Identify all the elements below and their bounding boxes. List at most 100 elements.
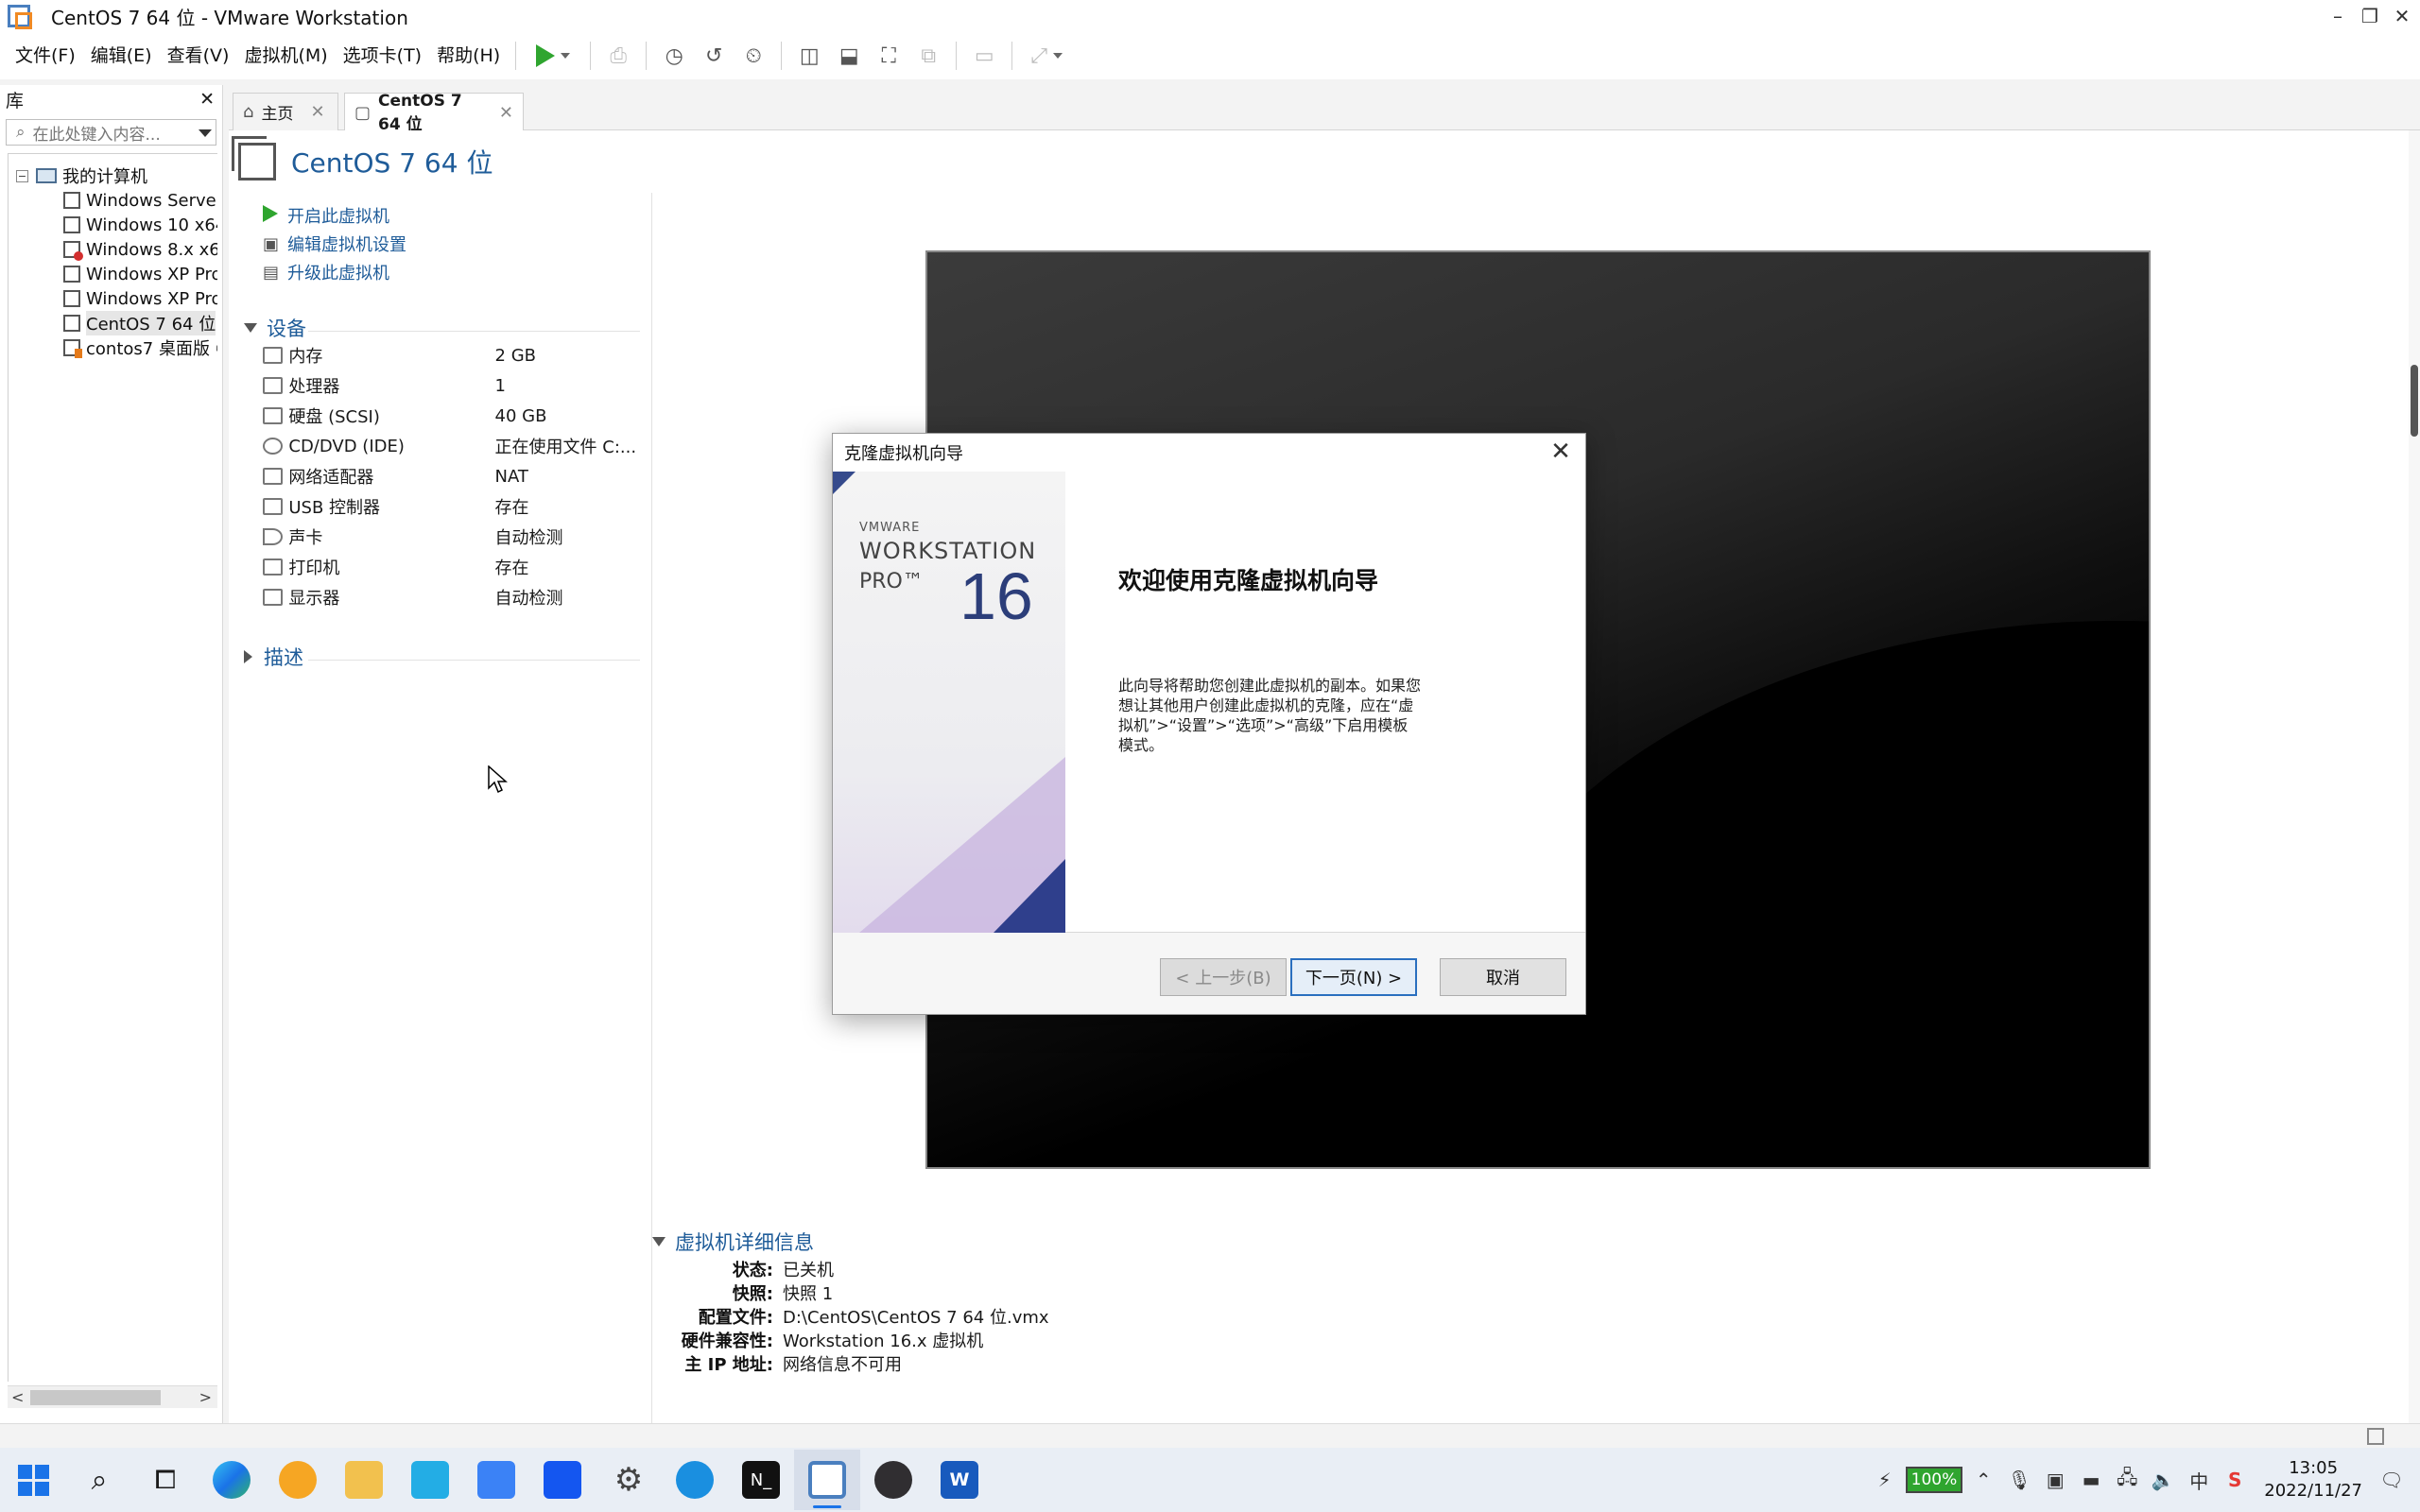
thumbnail-bar-button[interactable]: ⬓ <box>832 39 866 73</box>
taskbar-search-everything[interactable] <box>265 1450 331 1510</box>
menu-help[interactable]: 帮助(H) <box>429 32 508 79</box>
taskbar-bilibili[interactable] <box>397 1450 463 1510</box>
description-section-toggle[interactable]: 描述 <box>244 643 303 671</box>
divider <box>308 660 640 661</box>
unity-button[interactable]: ⧉ <box>911 39 945 73</box>
tree-item[interactable]: Windows XP Pro <box>63 262 217 286</box>
menu-tabs[interactable]: 选项卡(T) <box>336 32 429 79</box>
tree-root[interactable]: − 我的计算机 <box>16 163 147 188</box>
tab-home[interactable]: ⌂ 主页 ✕ <box>233 93 338 130</box>
input-method-icon[interactable]: 中 <box>2184 1465 2214 1495</box>
taskbar-clock[interactable]: 13:05 2022/11/27 <box>2264 1457 2362 1503</box>
device-row[interactable]: 内存 2 GB <box>263 340 641 370</box>
volume-icon[interactable]: 🔈 <box>2148 1465 2178 1495</box>
console-view-button[interactable]: ▭ <box>967 39 1001 73</box>
power-on-vm-link[interactable]: 开启此虚拟机 <box>263 202 389 229</box>
cancel-button[interactable]: 取消 <box>1440 958 1566 996</box>
device-row[interactable]: 声卡 自动检测 <box>263 522 641 552</box>
back-button[interactable]: < 上一步(B) <box>1160 958 1287 996</box>
power-on-button[interactable] <box>527 39 579 73</box>
menu-vm[interactable]: 虚拟机(M) <box>236 32 335 79</box>
sogou-icon[interactable]: S <box>2220 1465 2250 1495</box>
library-close-icon[interactable]: ✕ <box>199 89 215 110</box>
tab-close-icon[interactable]: ✕ <box>310 102 324 122</box>
tab-close-icon[interactable]: ✕ <box>499 103 513 123</box>
usb-drive-icon[interactable]: ▬ <box>2076 1465 2106 1495</box>
send-ctrl-alt-del-button[interactable]: ⎙ <box>601 39 635 73</box>
message-log-icon[interactable] <box>2367 1428 2384 1445</box>
dialog-close-button[interactable]: ✕ <box>1546 438 1576 468</box>
search-button[interactable]: ⌕ <box>66 1450 132 1510</box>
devices-section-toggle[interactable]: 设备 <box>244 314 306 342</box>
chevron-down-icon[interactable] <box>199 129 212 137</box>
microphone-icon[interactable]: 🎙 <box>2004 1465 2034 1495</box>
taskbar-edge[interactable] <box>199 1450 265 1510</box>
main-vertical-scrollbar[interactable] <box>2409 130 2420 1423</box>
scroll-left-icon[interactable]: < <box>11 1388 24 1406</box>
tree-item[interactable]: Windows 8.x x64 <box>63 237 217 262</box>
task-view-button[interactable]: ⧠ <box>132 1450 199 1510</box>
device-row[interactable]: 显示器 自动检测 <box>263 582 641 612</box>
device-row[interactable]: 网络适配器 NAT <box>263 461 641 491</box>
tab-label: 主页 <box>261 105 294 124</box>
tree-item[interactable]: Windows XP Pro <box>63 286 217 311</box>
battery-indicator[interactable]: 100% <box>1905 1465 1963 1495</box>
scroll-right-icon[interactable]: > <box>199 1388 212 1406</box>
tree-item-selected[interactable]: CentOS 7 64 位 <box>63 311 216 335</box>
taskbar-lark[interactable] <box>529 1450 596 1510</box>
full-screen-button[interactable]: ⛶ <box>872 39 906 73</box>
menu-view[interactable]: 查看(V) <box>160 32 237 79</box>
taskbar-ie[interactable] <box>662 1450 728 1510</box>
device-row[interactable]: 处理器 1 <box>263 370 641 401</box>
taskbar-word[interactable]: W <box>926 1450 993 1510</box>
start-button[interactable] <box>0 1450 66 1510</box>
product-version: 16 <box>959 559 1033 633</box>
snapshot-manager-button[interactable]: ⏲ <box>736 39 770 73</box>
detail-label: 配置文件: <box>698 1307 773 1328</box>
show-library-button[interactable]: ◫ <box>792 39 826 73</box>
tree-item[interactable]: Windows 10 x64 <box>63 213 217 237</box>
close-button[interactable]: ✕ <box>2386 0 2418 32</box>
vm-error-icon <box>63 241 83 261</box>
menu-file[interactable]: 文件(F) <box>8 32 83 79</box>
device-name: 打印机 <box>288 558 340 578</box>
edit-vm-settings-link[interactable]: ▣ 编辑虚拟机设置 <box>263 231 406 257</box>
banner-corner <box>833 472 856 494</box>
network-icon[interactable]: 🖧 <box>2112 1465 2142 1495</box>
taskbar-settings[interactable]: ⚙ <box>596 1450 662 1510</box>
power-plan-icon[interactable]: ⚡ <box>1870 1465 1900 1495</box>
vm-icon: ▢ <box>354 102 372 123</box>
tab-centos[interactable]: ▢ CentOS 7 64 位 ✕ <box>344 92 524 134</box>
taskbar-todo[interactable] <box>463 1450 529 1510</box>
taskbar-terminal[interactable]: N_ <box>728 1450 794 1510</box>
tree-item[interactable]: contos7 桌面版 ⑤ <box>63 335 217 360</box>
upgrade-vm-link[interactable]: ▤ 升级此虚拟机 <box>263 259 389 285</box>
stretch-guest-button[interactable]: ⤢ <box>1023 39 1070 73</box>
restore-button[interactable]: ❐ <box>2354 0 2386 32</box>
menu-edit[interactable]: 编辑(E) <box>83 32 160 79</box>
full-screen-icon: ⛶ <box>881 43 896 68</box>
show-hidden-icons-button[interactable]: ⌃ <box>1968 1465 1998 1495</box>
tray-app-icon[interactable]: ▣ <box>2040 1465 2070 1495</box>
taskbar-obs[interactable] <box>860 1450 926 1510</box>
revert-snapshot-button[interactable]: ↺ <box>697 39 731 73</box>
device-row[interactable]: 硬盘 (SCSI) 40 GB <box>263 401 641 431</box>
library-horizontal-scrollbar[interactable]: < > <box>8 1385 217 1408</box>
collapse-icon[interactable]: − <box>16 169 28 182</box>
taskbar-file-explorer[interactable] <box>331 1450 397 1510</box>
device-row[interactable]: USB 控制器 存在 <box>263 491 641 522</box>
device-row[interactable]: CD/DVD (IDE) 正在使用文件 C:... <box>263 431 641 461</box>
notification-center-icon[interactable]: 🗨 <box>2377 1465 2407 1495</box>
scrollbar-thumb[interactable] <box>30 1390 161 1405</box>
device-name: USB 控制器 <box>288 498 381 518</box>
scrollbar-thumb[interactable] <box>2411 365 2418 437</box>
minimize-button[interactable]: – <box>2322 0 2354 32</box>
taskbar-vmware[interactable] <box>794 1450 860 1510</box>
library-search-input[interactable]: ⌕ 在此处键入内容... <box>6 119 216 146</box>
tree-item[interactable]: Windows Server <box>63 188 217 213</box>
detail-row: 快照: 快照 1 <box>652 1280 1409 1304</box>
take-snapshot-button[interactable]: ◷ <box>657 39 691 73</box>
details-section-toggle[interactable]: 虚拟机详细信息 <box>652 1227 1409 1257</box>
device-row[interactable]: 打印机 存在 <box>263 552 641 582</box>
next-button[interactable]: 下一页(N) > <box>1290 958 1417 996</box>
